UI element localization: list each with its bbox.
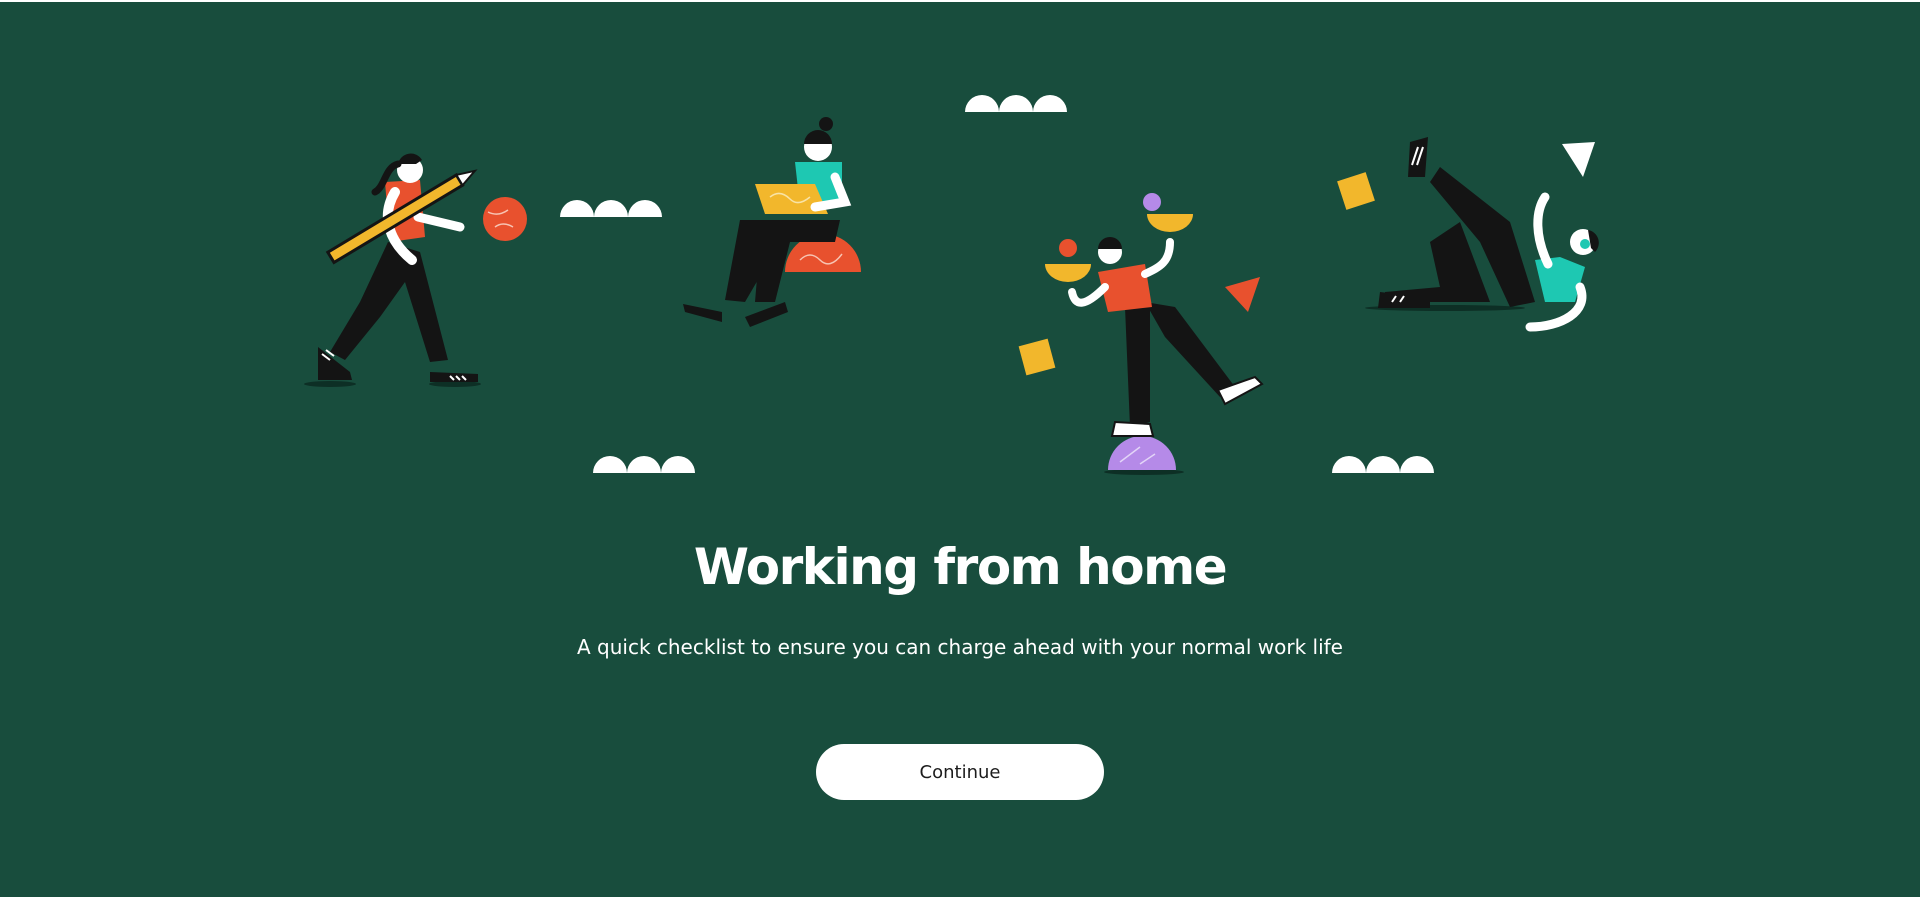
cloud-decoration xyxy=(593,456,695,473)
page-title: Working from home xyxy=(693,538,1228,596)
reclining-person-figure xyxy=(1337,137,1599,332)
continue-button[interactable]: Continue xyxy=(816,744,1104,800)
juggling-person-figure xyxy=(1018,193,1264,475)
person-with-laptop-figure xyxy=(683,117,861,327)
work-from-home-illustration xyxy=(304,95,1599,475)
woman-with-pencil-figure xyxy=(304,153,527,387)
cloud-decoration xyxy=(1332,456,1434,473)
page-subtitle: A quick checklist to ensure you can char… xyxy=(576,635,1343,659)
cloud-decoration xyxy=(965,95,1067,112)
cloud-decoration xyxy=(560,200,662,217)
onboarding-page: Working from home A quick checklist to e… xyxy=(0,2,1920,897)
